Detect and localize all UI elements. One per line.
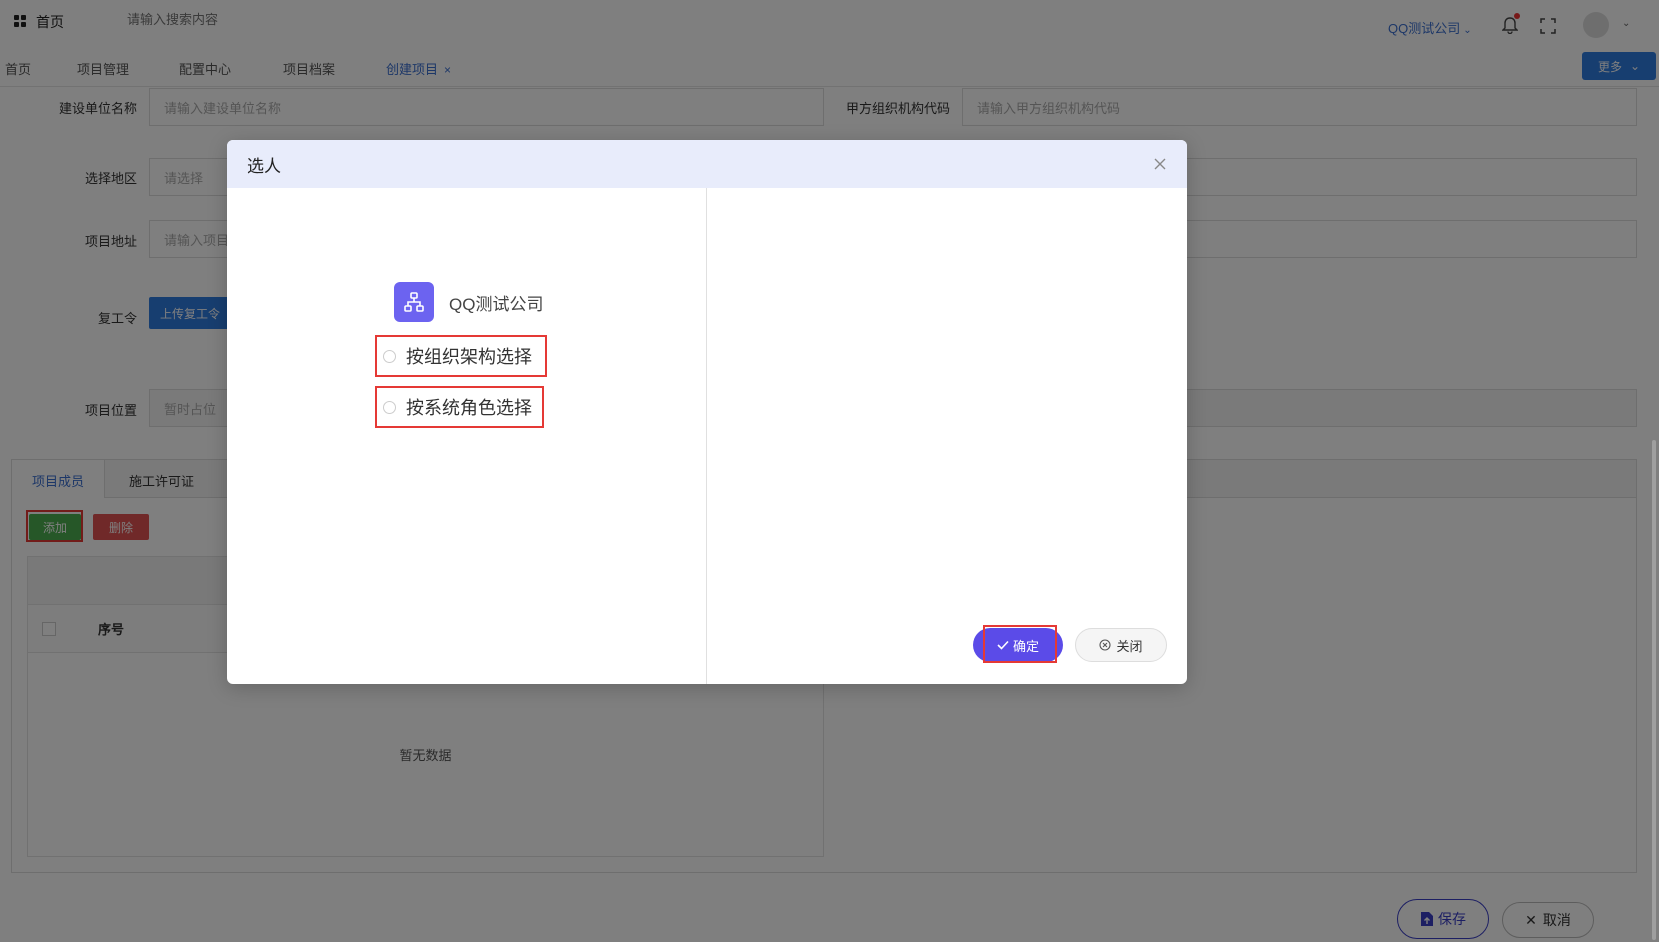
circle-close-icon: [1099, 639, 1112, 651]
option-label: 按组织架构选择: [406, 347, 532, 367]
check-icon: [997, 640, 1009, 650]
confirm-label: 确定: [1012, 638, 1039, 654]
dialog-header: 选人: [227, 140, 1187, 188]
org-root[interactable]: QQ测试公司: [394, 282, 543, 322]
dialog-title: 选人: [247, 156, 281, 176]
option-by-org-structure[interactable]: 按组织架构选择: [375, 335, 547, 377]
close-dialog-button[interactable]: 关闭: [1075, 628, 1167, 662]
close-icon[interactable]: [1153, 156, 1167, 170]
radio-button[interactable]: [383, 400, 396, 414]
option-by-system-role[interactable]: 按系统角色选择: [375, 386, 544, 428]
select-person-dialog: 选人 QQ测试公司 按组织架构选择 按系统角色选择 确定 关闭: [227, 140, 1187, 684]
org-chart-icon: [394, 282, 434, 322]
panel-divider: [706, 188, 707, 684]
close-label: 关闭: [1116, 638, 1143, 654]
option-label: 按系统角色选择: [406, 398, 532, 418]
radio-button[interactable]: [383, 349, 396, 363]
page-scrollbar[interactable]: [1652, 440, 1656, 940]
org-name: QQ测试公司: [449, 294, 544, 314]
confirm-button[interactable]: 确定: [973, 628, 1063, 662]
